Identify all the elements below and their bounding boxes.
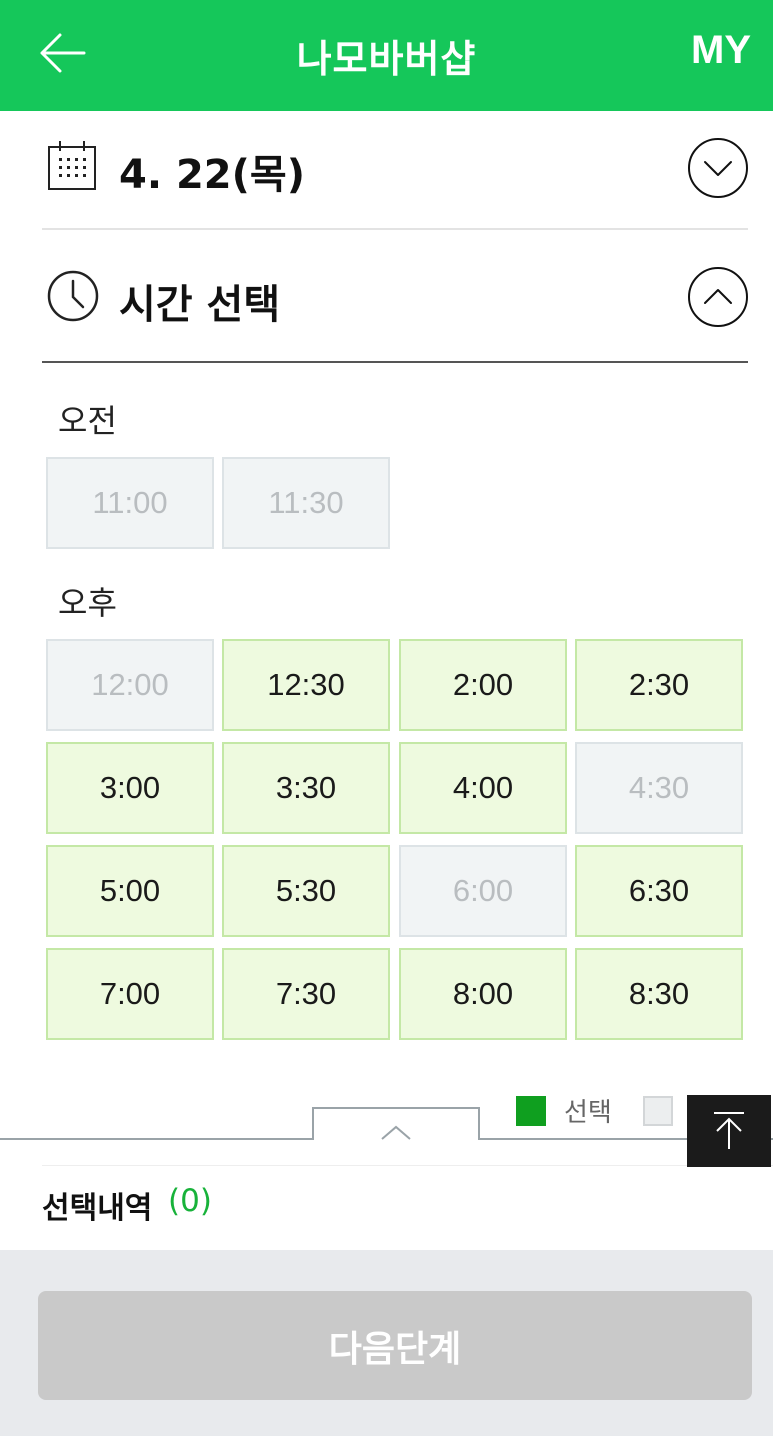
next-step-button[interactable]: 다음단계 [38, 1291, 752, 1400]
date-selector[interactable]: 4. 22(목) [42, 112, 748, 230]
time-slot-button: 12:00 [46, 639, 214, 731]
time-slot-button[interactable]: 7:30 [222, 948, 390, 1040]
time-slot-button[interactable]: 2:00 [399, 639, 567, 731]
time-slot-button[interactable]: 7:00 [46, 948, 214, 1040]
time-slot-button: 11:00 [46, 457, 214, 549]
selected-date: 4. 22(목) [119, 152, 305, 198]
time-slot-button: 6:00 [399, 845, 567, 937]
scroll-to-top-button[interactable] [687, 1095, 771, 1167]
clock-icon [47, 270, 99, 322]
legend-unavailable-swatch [643, 1096, 673, 1126]
time-selector-header[interactable]: 시간 선택 [42, 232, 748, 363]
my-page-button[interactable]: MY [691, 28, 751, 73]
collapse-time-button[interactable] [688, 267, 748, 327]
time-slot-button[interactable]: 3:00 [46, 742, 214, 834]
arrow-up-to-top-icon [714, 1112, 744, 1149]
selection-summary-label: 선택내역 [42, 1191, 153, 1226]
divider [42, 1165, 773, 1166]
page-title: 나모바버샵 [296, 37, 477, 81]
time-slot-button[interactable]: 8:00 [399, 948, 567, 1040]
time-slot-button[interactable]: 4:00 [399, 742, 567, 834]
time-slot-button: 11:30 [222, 457, 390, 549]
time-slot-button[interactable]: 6:30 [575, 845, 743, 937]
time-slot-button[interactable]: 12:30 [222, 639, 390, 731]
expand-date-button[interactable] [688, 138, 748, 198]
time-slot-button[interactable]: 5:30 [222, 845, 390, 937]
top-bar: 나모바버샵 MY [0, 0, 773, 111]
selection-count: (0) [168, 1183, 212, 1219]
chevron-up-icon [381, 1125, 411, 1140]
time-slot-button[interactable]: 3:30 [222, 742, 390, 834]
time-slot-button[interactable]: 2:30 [575, 639, 743, 731]
morning-label: 오전 [58, 402, 117, 440]
time-slot-button: 4:30 [575, 742, 743, 834]
calendar-icon [48, 141, 96, 190]
chevron-down-icon [704, 161, 732, 176]
afternoon-label: 오후 [58, 584, 117, 622]
time-select-title: 시간 선택 [119, 282, 281, 328]
legend-selected-swatch [516, 1096, 546, 1126]
legend-selected-label: 선택 [564, 1098, 612, 1128]
time-slot-button[interactable]: 8:30 [575, 948, 743, 1040]
time-slot-button[interactable]: 5:00 [46, 845, 214, 937]
chevron-up-icon [704, 289, 732, 304]
